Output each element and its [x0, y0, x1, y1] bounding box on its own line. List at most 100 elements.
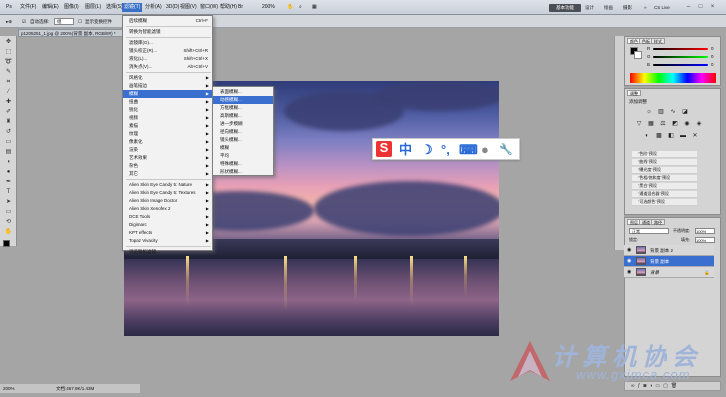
gradient-icon[interactable]: ▤ [4, 149, 13, 156]
eye-icon[interactable]: ◉ [627, 267, 631, 278]
exposure-icon[interactable]: ◪ [681, 108, 689, 116]
healing-icon[interactable]: ✚ [4, 99, 13, 106]
menu-view[interactable]: 视图(V) [178, 3, 199, 12]
zoom-tool-icon[interactable]: ⌕ [297, 3, 304, 12]
channel-mixer-icon[interactable]: ◈ [695, 120, 703, 128]
blur-submenu-item[interactable]: 径向模糊... [213, 128, 273, 136]
eraser-icon[interactable]: ▭ [4, 139, 13, 146]
auto-select-dropdown[interactable]: 组 [54, 18, 74, 25]
tab-paths[interactable]: 路径 [651, 219, 665, 225]
blur-submenu-item[interactable]: 镜头模糊... [213, 136, 273, 144]
green-value[interactable]: 0 [711, 54, 714, 59]
menu-analysis[interactable]: 分析(A) [143, 3, 164, 12]
invert-icon[interactable]: ◐ [643, 132, 651, 140]
blur-submenu-item[interactable]: 特殊模糊... [213, 160, 273, 168]
arrange-icon[interactable]: ▦ [310, 3, 319, 12]
filter-menu-item[interactable]: 浏览联机滤镜... [123, 248, 212, 256]
red-value[interactable]: 0 [711, 46, 714, 51]
opacity-input[interactable]: 100% [695, 228, 715, 234]
blur-submenu-item[interactable]: 动感模糊... [213, 96, 273, 104]
wrench-icon[interactable]: 🔧 [499, 143, 513, 157]
posterize-icon[interactable]: ▩ [655, 132, 663, 140]
brush-icon[interactable]: ✐ [4, 109, 13, 116]
eyedropper-icon[interactable]: ⁄ [4, 89, 13, 96]
filter-menu-item[interactable]: 后续模糊 Ctrl+F [123, 17, 212, 25]
hand-icon[interactable]: ✋ [285, 3, 295, 12]
filter-menu-item[interactable]: DCE Tools ▶ [123, 213, 212, 221]
lasso-icon[interactable]: ➰ [4, 59, 13, 66]
keyboard-icon[interactable]: ⌨ [459, 143, 478, 157]
filter-menu-item[interactable]: 液化(L)... Shift+Ctrl+X [123, 55, 212, 63]
workspace-essentials-button[interactable]: 基本功能 [549, 4, 581, 12]
ime-mode-button[interactable]: 中 [399, 143, 412, 157]
filter-menu-item[interactable]: Alien Skin Xenofex 2 ▶ [123, 205, 212, 213]
filter-menu-item[interactable]: Alien Skin Eye Candy 5: Textures ▶ [123, 189, 212, 197]
moon-icon[interactable]: ☽ [421, 143, 433, 157]
blend-mode-select[interactable]: 正常 [629, 228, 669, 234]
blur-submenu-item[interactable]: 形状模糊... [213, 168, 273, 176]
filter-menu-item[interactable]: 滤镜库(G)... [123, 39, 212, 47]
document-tab[interactable]: p1205251_1.jpg @ 200%(背景 副本, RGB/8#) * [18, 29, 133, 37]
transform-checkbox-icon[interactable]: ☐ [78, 17, 82, 26]
close-icon[interactable]: × [708, 3, 717, 11]
crop-icon[interactable]: ⌗ [4, 79, 13, 86]
blur-submenu-item[interactable]: 高斯模糊... [213, 112, 273, 120]
filter-menu-item[interactable]: 画笔描边 ▶ [123, 82, 212, 90]
filter-menu-item[interactable]: 视频 ▶ [123, 114, 212, 122]
path-select-icon[interactable]: ➤ [4, 199, 13, 206]
sogou-logo-icon[interactable]: S [376, 141, 392, 157]
green-slider[interactable] [653, 56, 708, 58]
layer-row[interactable]: ◉ 背景 副本 2 [624, 245, 714, 256]
move-tool-icon[interactable]: ▸⊕ [6, 17, 12, 26]
3d-rotate-icon[interactable]: ⟲ [4, 219, 13, 226]
preset-selective-color[interactable]: "可选颜色"预设 [632, 199, 697, 206]
filter-menu-item[interactable]: 消失点(V)... Alt+Ctrl+V [123, 63, 212, 71]
menu-image[interactable]: 图像(I) [62, 3, 81, 12]
blur-submenu-item[interactable]: 进一步模糊 [213, 120, 273, 128]
quick-select-icon[interactable]: ✎ [4, 69, 13, 76]
preset-levels[interactable]: "色阶"预设 [632, 151, 697, 158]
foreground-color-swatch[interactable] [3, 240, 10, 247]
pen-icon[interactable]: ✒ [4, 179, 13, 186]
layer-row-selected[interactable]: ◉ 背景 副本 [624, 256, 714, 267]
blur-icon[interactable]: ◖ [4, 159, 13, 166]
zoom-level[interactable]: 200% [260, 3, 277, 12]
filter-menu-item[interactable]: 杂色 ▶ [123, 162, 212, 170]
filter-menu-item[interactable]: Digimarc ▶ [123, 221, 212, 229]
stamp-icon[interactable]: ♜ [4, 119, 13, 126]
blur-submenu-item[interactable]: 方框模糊... [213, 104, 273, 112]
filter-menu-item[interactable]: 素描 ▶ [123, 122, 212, 130]
workspace-design[interactable]: 设计 [585, 4, 594, 12]
workspace-painting[interactable]: 绘画 [604, 4, 613, 12]
red-slider[interactable] [653, 48, 708, 50]
eye-icon[interactable]: ◉ [627, 245, 631, 256]
eye-icon[interactable]: ◉ [627, 256, 631, 267]
restore-icon[interactable]: □ [696, 3, 705, 11]
preset-exposure[interactable]: "曝光度"预设 [632, 167, 697, 174]
status-doc-size[interactable]: 文档:467.9K/1.43M [56, 384, 94, 393]
ps-logo-icon[interactable]: Ps [4, 3, 14, 12]
photo-filter-icon[interactable]: ◉ [683, 120, 691, 128]
workspace-photography[interactable]: 摄影 [623, 4, 632, 12]
tab-adjustments[interactable]: 调整 [627, 90, 641, 96]
threshold-icon[interactable]: ◧ [667, 132, 675, 140]
filter-menu-item[interactable]: 像素化 ▶ [123, 138, 212, 146]
blur-submenu-item[interactable]: 表面模糊... [213, 88, 273, 96]
bridge-icon[interactable]: Br [236, 3, 245, 12]
filter-menu-item[interactable]: 锐化 ▶ [123, 106, 212, 114]
hue-sat-icon[interactable]: ▦ [647, 120, 655, 128]
black-white-icon[interactable]: ◩ [671, 120, 679, 128]
filter-menu-item[interactable]: 转换为智能滤镜 [123, 28, 212, 36]
levels-icon[interactable]: ▥ [657, 108, 665, 116]
menu-layer[interactable]: 图层(L) [83, 3, 103, 12]
preset-curves[interactable]: "曲线"预设 [632, 159, 697, 166]
menu-edit[interactable]: 编辑(E) [40, 3, 61, 12]
shape-icon[interactable]: ▭ [4, 209, 13, 216]
filter-menu-item[interactable]: 风格化 ▶ [123, 74, 212, 82]
checkbox-icon[interactable]: ☑ [22, 17, 26, 26]
vibrance-icon[interactable]: ▽ [635, 120, 643, 128]
minimize-icon[interactable]: – [684, 3, 693, 11]
layer-row[interactable]: ◉ 背景 🔒 [624, 267, 714, 278]
selective-color-icon[interactable]: ✕ [691, 132, 699, 140]
status-zoom[interactable]: 200% [3, 384, 15, 393]
